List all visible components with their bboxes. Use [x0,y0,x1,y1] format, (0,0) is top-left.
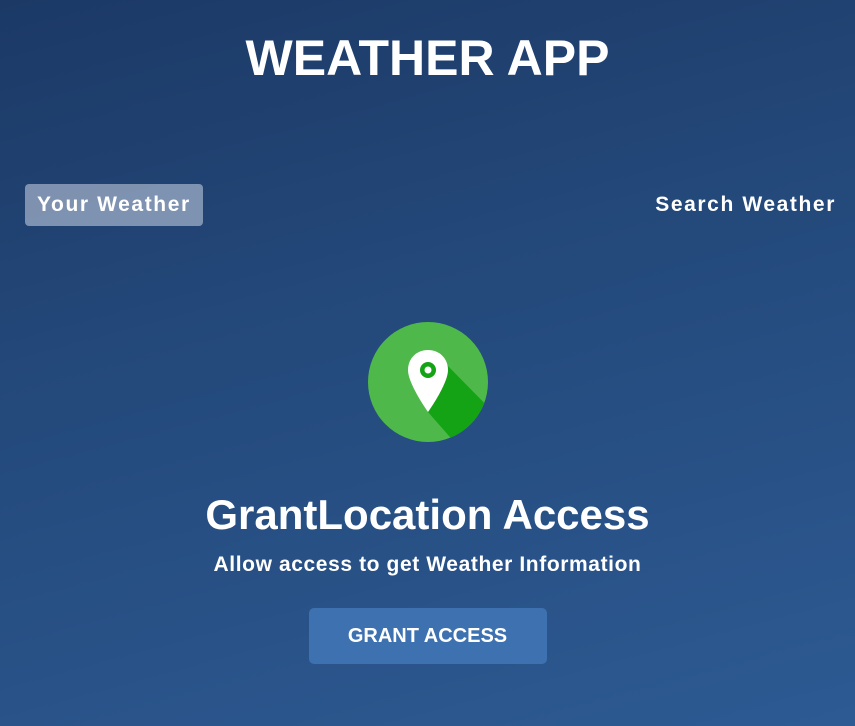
grant-subtitle: Allow access to get Weather Information [213,553,642,576]
grant-title: GrantLocation Access [205,491,650,538]
tab-search-weather[interactable]: Search Weather [643,184,848,226]
grant-location-container: GrantLocation Access Allow access to get… [0,322,855,664]
app-title: WEATHER APP [245,30,610,86]
location-pin-icon [367,322,488,442]
tab-your-weather[interactable]: Your Weather [25,184,203,226]
grant-access-button[interactable]: GRANT ACCESS [308,608,547,664]
